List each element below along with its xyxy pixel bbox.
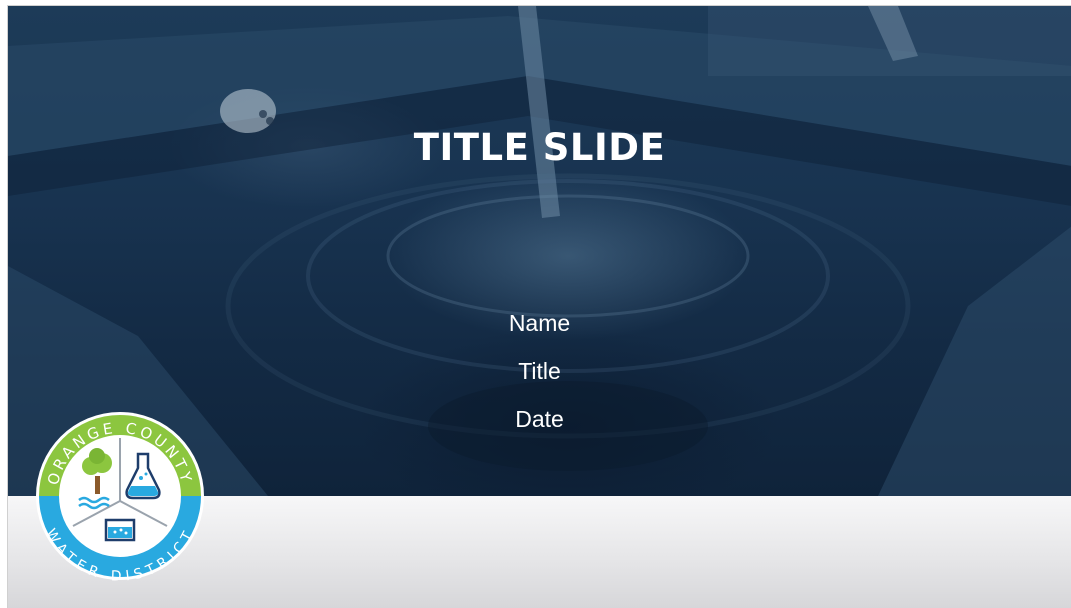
ocwd-logo: ORANGE COUNTY WATER DISTRICT bbox=[36, 412, 204, 584]
slide-title[interactable]: TITLE SLIDE bbox=[8, 126, 1071, 169]
presenter-title[interactable]: Title bbox=[8, 358, 1071, 385]
slide: TITLE SLIDE Name Title Date ORANGE COUNT… bbox=[7, 5, 1071, 608]
presenter-name[interactable]: Name bbox=[8, 310, 1071, 337]
